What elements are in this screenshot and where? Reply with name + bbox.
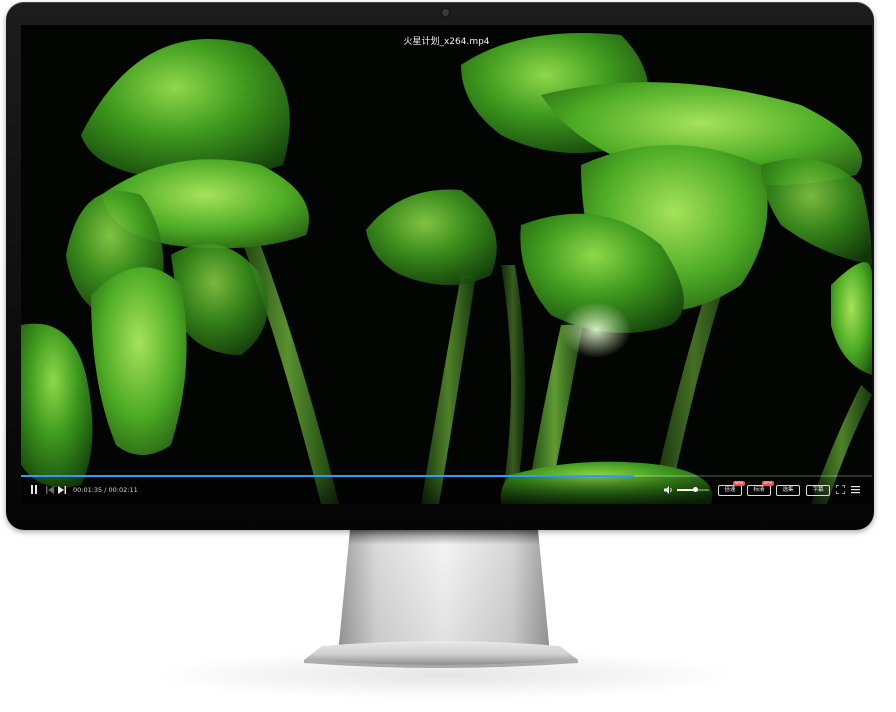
skip-previous-icon[interactable] [46, 486, 54, 494]
monitor-stand-neck [338, 530, 550, 654]
monitor-stand-foot [304, 641, 578, 668]
volume-slider-knob[interactable] [692, 487, 698, 492]
control-bar: 00:01:35 / 00:02:11 倍速 NEW 标清 NEW 选集 字幕 [21, 477, 872, 504]
playlist-button-label: 选集 [782, 487, 794, 493]
video-player[interactable]: 火星计划_x264.mp4 00:01:35 / 00:02:11 倍速 NEW… [21, 25, 872, 504]
volume-slider-fill [677, 489, 695, 491]
volume-icon[interactable] [664, 485, 674, 495]
subtitle-button[interactable]: 字幕 [806, 485, 830, 496]
speed-new-badge: NEW [732, 481, 745, 486]
volume-slider[interactable] [677, 487, 709, 492]
video-frame[interactable] [21, 25, 872, 504]
pause-icon[interactable] [30, 485, 39, 495]
quality-new-badge: NEW [761, 481, 774, 486]
current-time: 00:01:35 [73, 486, 103, 494]
speed-button[interactable]: 倍速 NEW [718, 481, 745, 496]
monitor-mockup: 火星计划_x264.mp4 00:01:35 / 00:02:11 倍速 NEW… [0, 0, 896, 712]
subtitle-button-label: 字幕 [812, 487, 824, 493]
monitor-bezel: 火星计划_x264.mp4 00:01:35 / 00:02:11 倍速 NEW… [6, 2, 874, 530]
webcam [442, 9, 449, 16]
quality-button-label: 标清 [753, 487, 765, 493]
speed-button-label: 倍速 [724, 487, 736, 493]
time-display: 00:01:35 / 00:02:11 [73, 486, 138, 494]
fullscreen-icon[interactable] [836, 485, 845, 494]
quality-button[interactable]: 标清 NEW [747, 481, 774, 496]
menu-icon[interactable] [851, 485, 860, 494]
total-time: 00:02:11 [108, 486, 138, 494]
video-title: 火星计划_x264.mp4 [403, 37, 490, 47]
skip-next-icon[interactable] [58, 486, 66, 494]
playlist-button[interactable]: 选集 [776, 485, 800, 496]
